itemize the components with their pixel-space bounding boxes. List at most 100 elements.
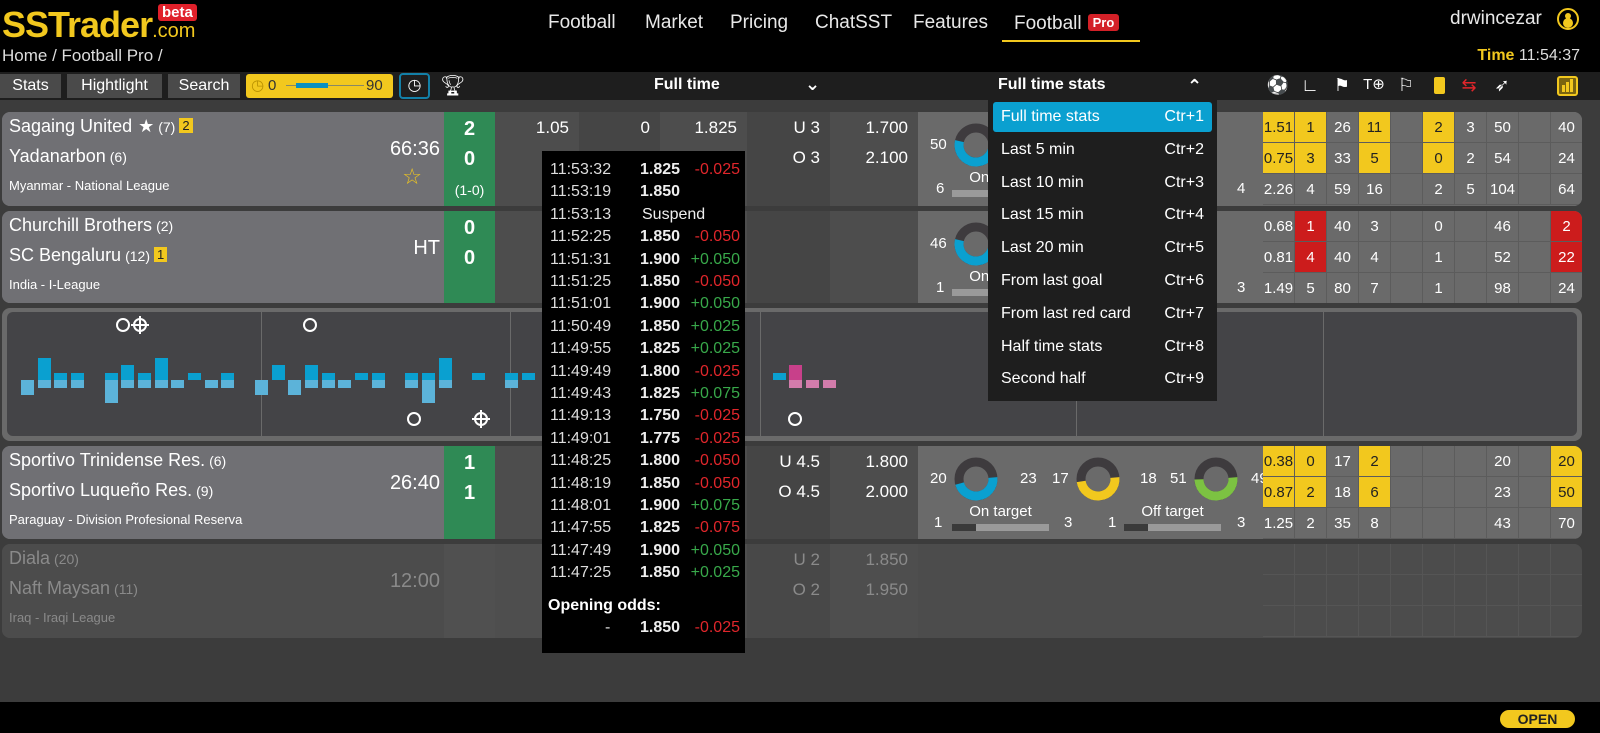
menu-item[interactable]: Second half Ctr+9 xyxy=(993,364,1212,394)
bar-label: On target xyxy=(969,503,1032,520)
menu-item[interactable]: Full time stats Ctr+1 xyxy=(993,102,1212,132)
goal-icon[interactable] xyxy=(787,412,802,426)
nav-chatsst[interactable]: ChatSST xyxy=(815,10,892,42)
dangerous-attack-icon[interactable]: ⚑ xyxy=(1327,75,1357,96)
stats-grid-cell xyxy=(1551,575,1582,606)
star-icon[interactable]: ★ xyxy=(138,116,154,136)
away-team[interactable]: Yadanarbon (6) xyxy=(9,146,127,167)
home-team[interactable]: Churchill Brothers (2) xyxy=(9,215,173,236)
odds-column[interactable] xyxy=(747,211,830,303)
odds-column[interactable]: 1.700 2.100 xyxy=(830,112,918,206)
nav-market[interactable]: Market xyxy=(645,10,703,42)
odds-history-row: 11:49:43 1.825 +0.075 xyxy=(550,385,740,407)
odds-value[interactable]: 1.700 xyxy=(865,118,908,138)
menu-item[interactable]: Last 5 min Ctr+2 xyxy=(993,135,1212,165)
odds-value[interactable]: 0 xyxy=(641,118,650,138)
odds-value[interactable]: 1.800 xyxy=(865,452,908,472)
odds-value[interactable]: 1.05 xyxy=(536,118,569,138)
away-team[interactable]: Sportivo Luqueño Res. (9) xyxy=(9,480,213,501)
away-team[interactable]: Naft Maysan (11) xyxy=(9,578,138,599)
stats-grid-cell: 26 xyxy=(1327,112,1359,143)
substitution-icon[interactable]: ⇆ xyxy=(1454,75,1484,96)
odds-value[interactable]: 2.000 xyxy=(865,482,908,502)
favorite-star-icon[interactable]: ☆ xyxy=(402,164,422,190)
odds-column[interactable]: U 4.5 O 4.5 xyxy=(747,446,830,539)
minute-range-slider[interactable]: ◷ 0 90 xyxy=(246,74,393,98)
corner-icon[interactable]: ∟ xyxy=(1295,75,1325,96)
home-team[interactable]: Sagaing United ★ (7) 2 xyxy=(9,116,193,137)
odds-value[interactable]: O 2 xyxy=(793,580,820,600)
menu-item[interactable]: From last goal Ctr+6 xyxy=(993,266,1212,296)
odds-column[interactable] xyxy=(830,211,918,303)
chart-toggle-icon[interactable] xyxy=(1557,76,1578,96)
odds-value[interactable]: U 2 xyxy=(794,550,820,570)
history-odds: 1.850 xyxy=(640,564,681,582)
shot-on-target-icon[interactable] xyxy=(471,410,490,428)
odds-value[interactable]: O 3 xyxy=(793,148,820,168)
match-row[interactable]: Sagaing United ★ (7) 2 Yadanarbon (6) Myanmar … xyxy=(2,112,1582,206)
menu-item[interactable]: Half time stats Ctr+8 xyxy=(993,332,1212,362)
odds-history-row: 11:53:13 Suspend xyxy=(550,206,740,228)
goal-icon[interactable] xyxy=(116,318,131,332)
goal-icon[interactable] xyxy=(406,412,421,426)
home-team[interactable]: Sportivo Trinidense Res. (6) xyxy=(9,450,226,471)
breadcrumb[interactable]: Home / Football Pro / xyxy=(2,46,163,66)
pressure-bar-down xyxy=(121,380,135,388)
odds-column[interactable]: U 2 O 2 xyxy=(747,544,830,638)
username[interactable]: drwincezar xyxy=(1450,8,1542,30)
possession-icon[interactable]: ➶ xyxy=(1487,75,1517,96)
odds-value[interactable]: 1.825 xyxy=(694,118,737,138)
clock-icon[interactable]: ◷ xyxy=(399,73,430,99)
nav-pricing[interactable]: Pricing xyxy=(730,10,788,42)
slider-fill[interactable] xyxy=(296,83,328,88)
time-label: Time xyxy=(1477,47,1515,64)
match-row[interactable]: Diala (20) Naft Maysan (11) Iraq - Iraqi Lea… xyxy=(2,544,1582,638)
odds-value[interactable]: U 4.5 xyxy=(779,452,820,472)
goal-icon[interactable]: ⚽ xyxy=(1263,75,1293,96)
highlight-button[interactable]: Hightlight xyxy=(67,74,162,98)
teams-cell[interactable]: Churchill Brothers (2) SC Bengaluru (12) 1 In… xyxy=(2,211,444,303)
search-button[interactable]: Search xyxy=(168,74,240,98)
odds-value[interactable]: 1.950 xyxy=(865,580,908,600)
trophy-icon[interactable]: 🏆︎ xyxy=(440,73,465,98)
teams-cell[interactable]: Sportivo Trinidense Res. (6) Sportivo Luqu… xyxy=(2,446,444,539)
teams-cell[interactable]: Sagaing United ★ (7) 2 Yadanarbon (6) Myanmar … xyxy=(2,112,444,206)
stats-grid-cell xyxy=(1359,606,1391,637)
home-team[interactable]: Diala (20) xyxy=(9,548,79,569)
nav-football-pro[interactable]: Football Pro xyxy=(1002,10,1140,42)
stats-grid-cell xyxy=(1391,174,1423,205)
menu-item[interactable]: Last 15 min Ctr+4 xyxy=(993,200,1212,230)
shot-on-target-icon[interactable] xyxy=(130,316,149,334)
odds-value[interactable]: O 4.5 xyxy=(778,482,820,502)
odds-column[interactable]: 1.850 1.950 xyxy=(830,544,918,638)
away-team[interactable]: SC Bengaluru (12) 1 xyxy=(9,245,168,266)
goal-icon[interactable] xyxy=(303,318,318,332)
chevron-down-icon[interactable]: ⌄ xyxy=(805,74,820,95)
stats-button[interactable]: Stats xyxy=(0,74,61,98)
period-select[interactable]: Full time xyxy=(654,76,720,94)
attack-icon[interactable]: ⚐ xyxy=(1391,75,1421,96)
odds-value[interactable]: U 3 xyxy=(794,118,820,138)
odds-value[interactable]: 2.100 xyxy=(865,148,908,168)
stats-period-select[interactable]: Full time stats xyxy=(998,76,1106,94)
open-button[interactable]: OPEN xyxy=(1500,710,1575,728)
yellow-card-icon[interactable] xyxy=(1434,77,1445,94)
nav-features[interactable]: Features xyxy=(913,10,988,42)
nav-football[interactable]: Football xyxy=(548,10,616,42)
odds-column[interactable]: 1.800 2.000 xyxy=(830,446,918,539)
odds-column[interactable]: U 3 O 3 xyxy=(747,112,830,206)
user-avatar-icon[interactable] xyxy=(1557,8,1579,30)
menu-item[interactable]: From last red card Ctr+7 xyxy=(993,299,1212,329)
teams-cell[interactable]: Diala (20) Naft Maysan (11) Iraq - Iraqi Lea… xyxy=(2,544,444,638)
odds-value[interactable]: 1.850 xyxy=(865,550,908,570)
stats-grid-cell: 16 xyxy=(1359,174,1391,205)
history-time: 11:48:01 xyxy=(550,497,612,514)
menu-item[interactable]: Last 10 min Ctr+3 xyxy=(993,168,1212,198)
shot-on-target-icon[interactable]: T⊕ xyxy=(1359,75,1389,93)
opening-odds-label: Opening odds: xyxy=(548,597,661,614)
match-row[interactable]: Churchill Brothers (2) SC Bengaluru (12) 1 In… xyxy=(2,211,1582,303)
menu-item[interactable]: Last 20 min Ctr+5 xyxy=(993,233,1212,263)
stats-grid-cell: 70 xyxy=(1551,508,1582,539)
chevron-up-icon[interactable]: ⌃ xyxy=(1187,76,1202,97)
match-row[interactable]: Sportivo Trinidense Res. (6) Sportivo Luqu… xyxy=(2,446,1582,539)
